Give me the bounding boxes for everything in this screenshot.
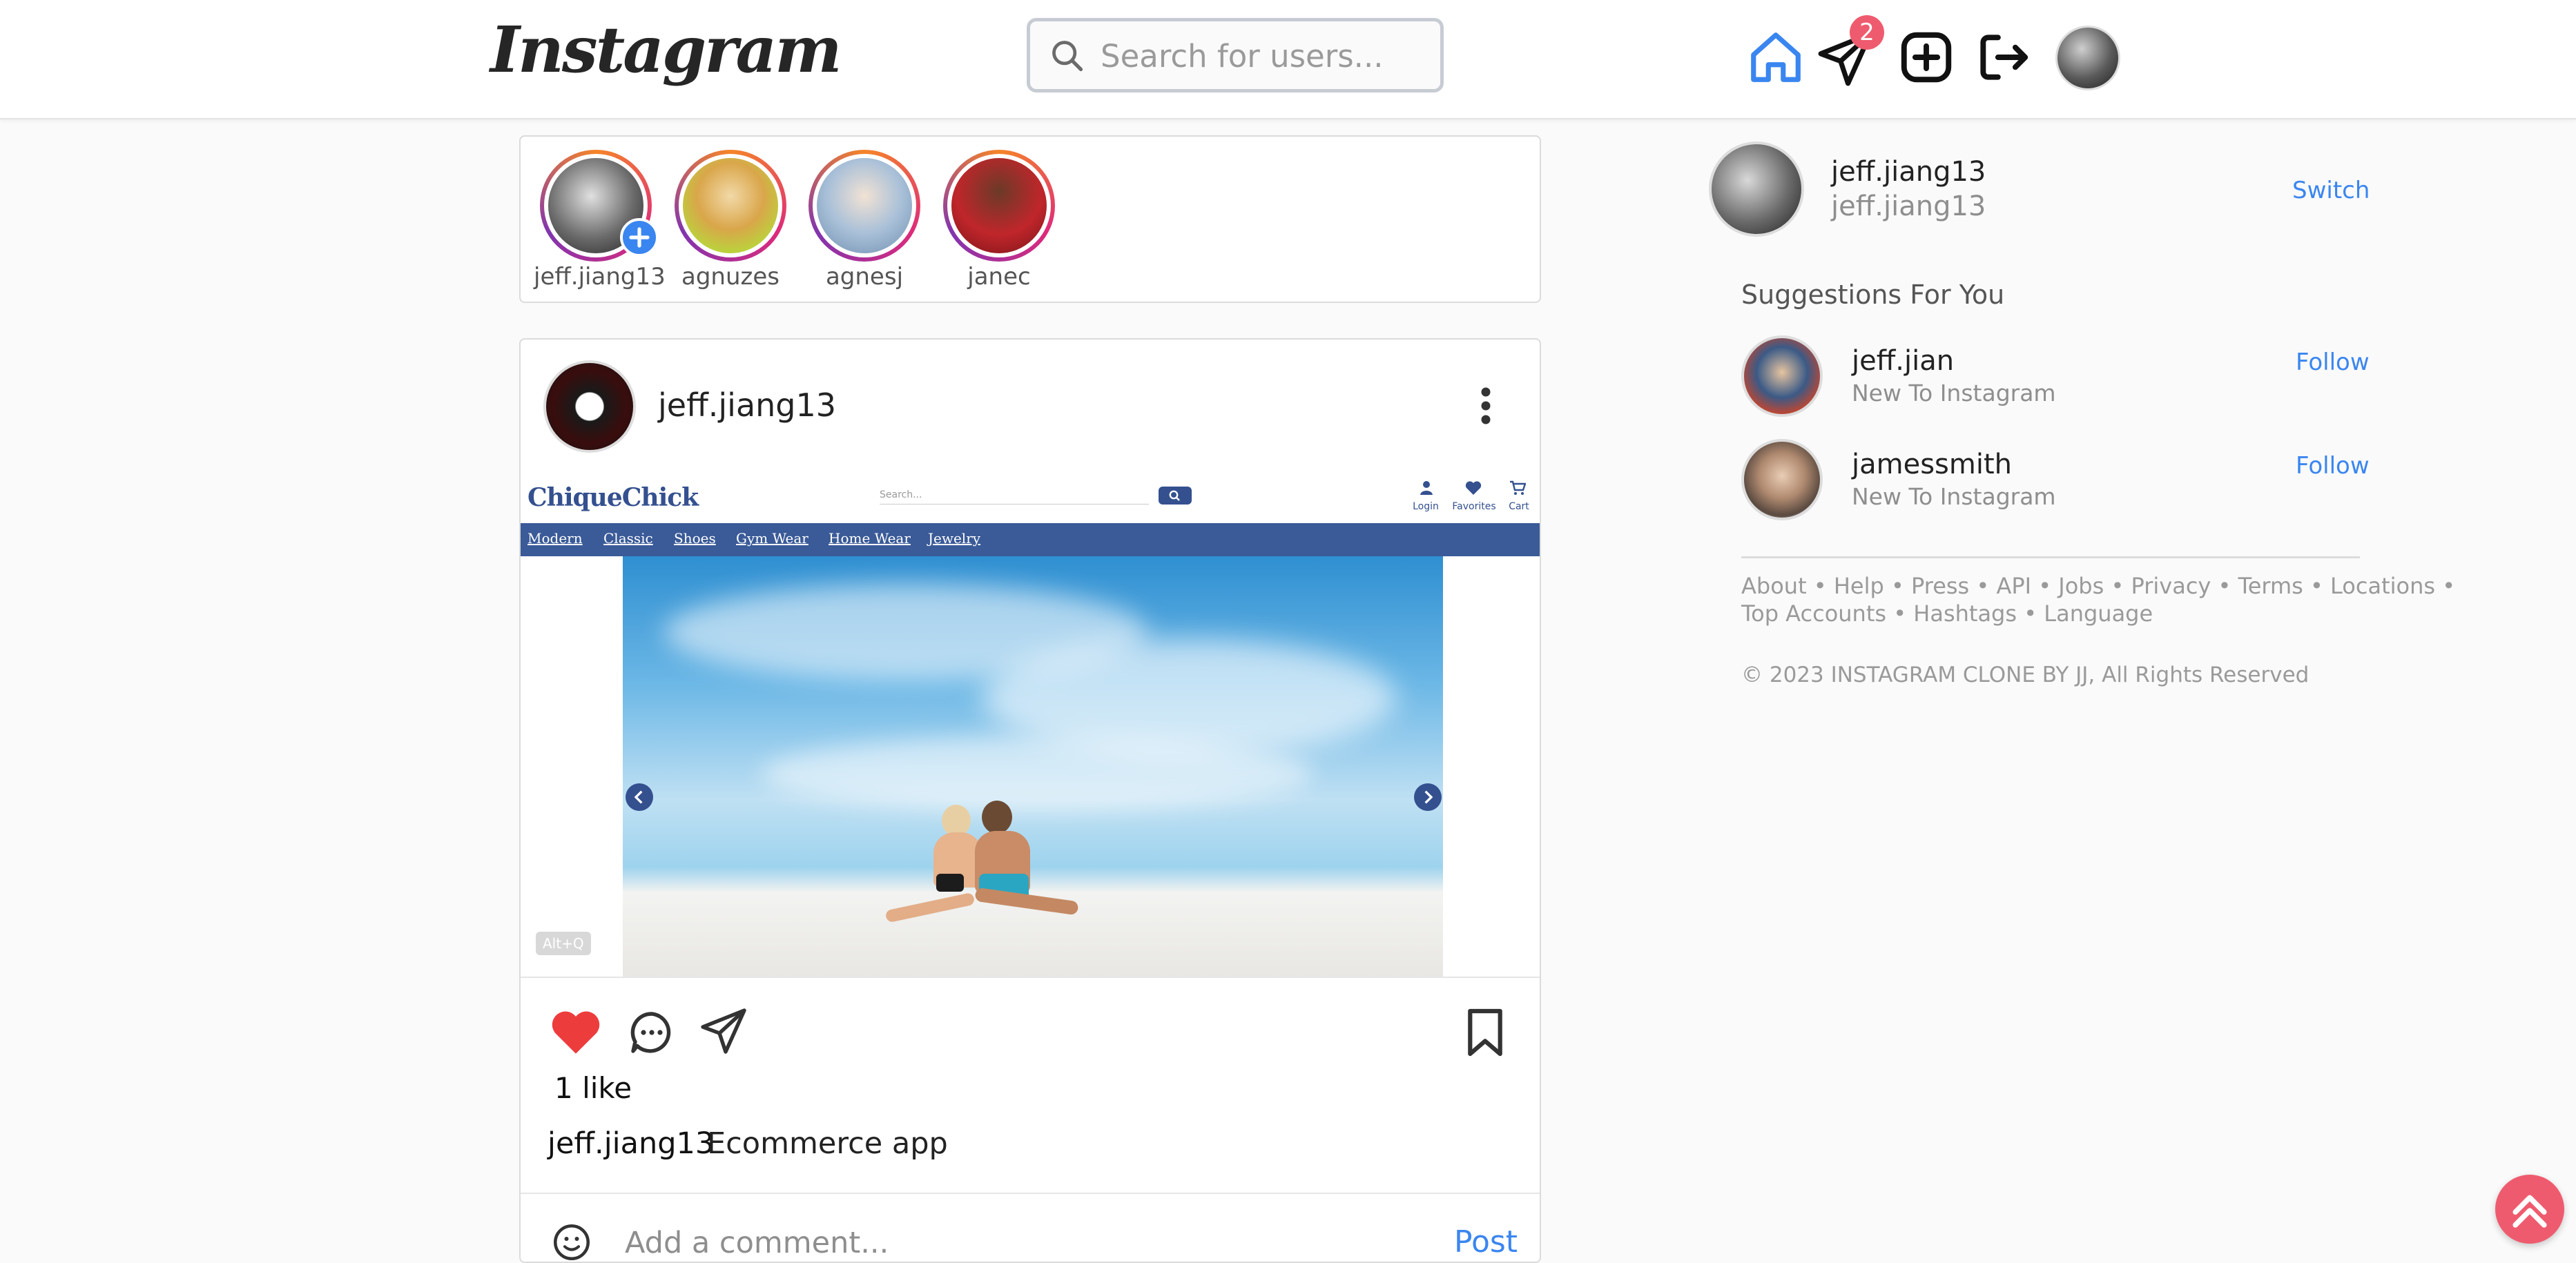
story-username: agnuzes — [681, 263, 779, 291]
post-author-name[interactable]: jeff.jiang13 — [658, 386, 836, 424]
shop-nav-item: Shoes — [674, 530, 716, 547]
sidebar-avatar[interactable] — [1709, 141, 1804, 237]
beach-couple — [878, 791, 1085, 936]
plus-icon — [629, 227, 650, 248]
shop-nav-item: Home Wear — [829, 530, 911, 547]
home-icon[interactable] — [1746, 28, 1805, 87]
footer-links[interactable]: About • Help • Press • API • Jobs • Priv… — [1741, 573, 2455, 599]
caption-username[interactable]: jeff.jiang13 — [548, 1126, 714, 1161]
sidebar-username[interactable]: jeff.jiang13 — [1831, 156, 1986, 188]
beach-photo — [623, 556, 1443, 977]
shop-search-input: Search... — [880, 487, 1149, 505]
story-avatar — [679, 154, 782, 257]
shop-brand: ChiqueChick — [527, 483, 699, 512]
search-icon — [1169, 490, 1180, 501]
story-username: agnesj — [825, 263, 904, 291]
search-icon — [1052, 41, 1083, 72]
suggestion-avatar[interactable] — [1741, 335, 1823, 417]
shop-nav-item: Jewelry — [928, 530, 981, 547]
add-story-button[interactable] — [620, 218, 659, 257]
caption-text: Ecommerce app — [707, 1126, 948, 1161]
shop-nav-item: Modern — [527, 530, 583, 547]
follow-button[interactable]: Follow — [2296, 452, 2370, 480]
heart-icon — [1465, 481, 1482, 495]
shop-cart-label: Cart — [1509, 501, 1529, 512]
post-comment-button[interactable]: Post — [1454, 1224, 1518, 1260]
shop-nav-item: Classic — [603, 530, 653, 547]
suggestion-username[interactable]: jamessmith — [1852, 449, 2012, 480]
user-icon — [1420, 481, 1433, 495]
carousel-next-button[interactable] — [1414, 783, 1442, 811]
divider — [521, 1193, 1540, 1194]
story-username: janec — [967, 263, 1031, 291]
story-item[interactable]: janec — [937, 150, 1061, 291]
search-input[interactable] — [1099, 21, 1433, 90]
post-author-avatar[interactable] — [543, 360, 636, 453]
logout-icon[interactable] — [1973, 28, 2033, 87]
instagram-logo[interactable]: Instagram — [490, 12, 842, 87]
suggestion-subtitle: New To Instagram — [1852, 380, 2056, 407]
shop-nav-item: Gym Wear — [736, 530, 808, 547]
divider — [1741, 556, 2360, 558]
suggestions-title: Suggestions For You — [1741, 280, 2005, 310]
share-icon[interactable] — [696, 1006, 751, 1056]
suggestion-subtitle: New To Instagram — [1852, 483, 2056, 510]
switch-account-link[interactable]: Switch — [2292, 177, 2370, 204]
story-avatar — [947, 154, 1051, 257]
chevron-left-icon — [634, 790, 643, 804]
story-item[interactable]: agnuzes — [668, 150, 793, 291]
post-image[interactable]: ChiqueChick Search... Login Favorites Ca… — [521, 476, 1540, 977]
shop-favorites-label: Favorites — [1452, 501, 1496, 512]
shop-icons: Login Favorites Cart — [1406, 476, 1540, 518]
chevron-right-icon — [1424, 790, 1433, 804]
likes-count[interactable]: 1 like — [554, 1071, 632, 1105]
double-chevron-up-icon — [2512, 1195, 2547, 1228]
shop-nav-bar: Modern Classic Shoes Gym Wear Home Wear … — [521, 523, 1540, 556]
create-post-icon[interactable] — [1897, 28, 1956, 87]
bookmark-icon[interactable] — [1464, 1006, 1507, 1059]
story-avatar — [813, 154, 916, 257]
suggestion-avatar[interactable] — [1741, 439, 1823, 520]
emoji-icon[interactable] — [550, 1222, 594, 1263]
cart-icon — [1510, 480, 1526, 495]
shortcut-hint: Alt+Q — [536, 932, 591, 955]
messages-badge: 2 — [1850, 15, 1884, 50]
comment-input[interactable]: Add a comment... — [625, 1226, 889, 1260]
footer-links[interactable]: Top Accounts • Hashtags • Language — [1741, 600, 2153, 627]
comment-icon[interactable] — [626, 1008, 678, 1057]
suggestion-username[interactable]: jeff.jian — [1852, 345, 1954, 377]
divider — [521, 977, 1540, 978]
scroll-to-top-button[interactable] — [2495, 1175, 2564, 1244]
sidebar-subname: jeff.jiang13 — [1831, 190, 1986, 222]
like-heart-icon[interactable] — [550, 1008, 602, 1056]
carousel-prev-button[interactable] — [626, 783, 653, 811]
follow-button[interactable]: Follow — [2296, 349, 2370, 376]
profile-avatar[interactable] — [2055, 26, 2120, 90]
story-item[interactable]: agnesj — [802, 150, 927, 291]
copyright: © 2023 INSTAGRAM CLONE BY JJ, All Rights… — [1741, 663, 2309, 687]
search-box[interactable] — [1027, 18, 1444, 92]
story-username: jeff.jiang13 — [534, 263, 666, 291]
shop-login-label: Login — [1413, 501, 1439, 512]
shop-search-button — [1159, 487, 1192, 505]
more-options-icon[interactable] — [1472, 385, 1500, 427]
